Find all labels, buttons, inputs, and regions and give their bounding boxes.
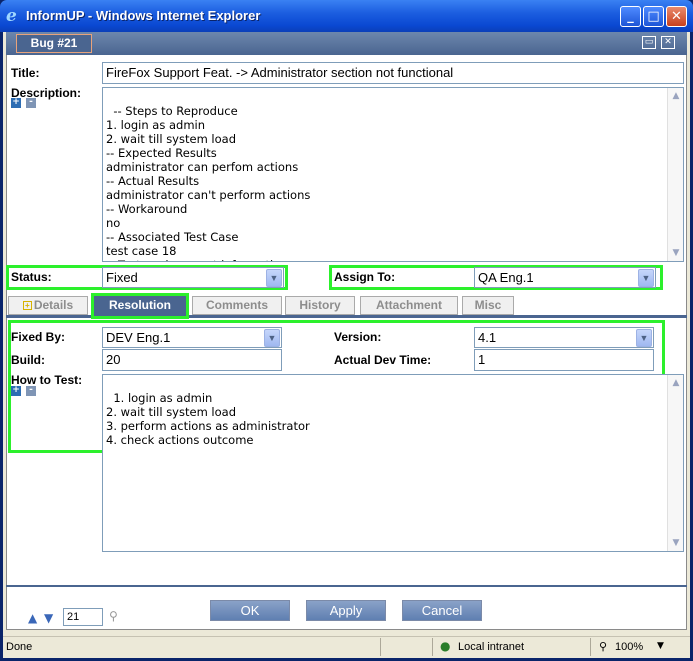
status-value: Fixed bbox=[106, 270, 138, 285]
restore-panel-icon[interactable]: ▭ bbox=[642, 36, 656, 49]
status-select[interactable]: Fixed ▼ bbox=[102, 267, 284, 288]
actual-dev-time-label: Actual Dev Time: bbox=[334, 353, 432, 367]
scroll-down-icon[interactable]: ▼ bbox=[669, 536, 683, 550]
internet-explorer-icon: e bbox=[6, 6, 17, 26]
version-select[interactable]: 4.1 ▼ bbox=[474, 327, 654, 348]
description-label: Description: bbox=[11, 86, 82, 100]
expand-icon[interactable]: + bbox=[11, 98, 21, 108]
build-label: Build: bbox=[11, 353, 45, 367]
fixed-by-label: Fixed By: bbox=[11, 330, 66, 344]
assign-to-value: QA Eng.1 bbox=[478, 270, 534, 285]
status-text: Done bbox=[6, 641, 33, 653]
scroll-up-icon[interactable]: ▲ bbox=[669, 89, 683, 103]
tab-misc[interactable]: Misc bbox=[462, 296, 514, 315]
zoom-text[interactable]: 100% bbox=[615, 641, 643, 653]
assign-to-label: Assign To: bbox=[334, 270, 396, 284]
description-textarea[interactable]: -- Steps to Reproduce 1. login as admin … bbox=[102, 87, 684, 262]
globe-icon: ● bbox=[440, 639, 451, 653]
footer-divider bbox=[6, 585, 687, 587]
tab-history[interactable]: History bbox=[285, 296, 355, 315]
chevron-down-icon[interactable]: ▼ bbox=[636, 329, 652, 347]
status-label: Status: bbox=[11, 270, 52, 284]
cancel-button[interactable]: Cancel bbox=[402, 600, 482, 621]
dialog-header bbox=[6, 32, 687, 55]
browser-statusbar bbox=[3, 636, 690, 658]
ok-button[interactable]: OK bbox=[210, 600, 290, 621]
search-key-icon[interactable]: ⚲ bbox=[109, 609, 118, 623]
zoom-dropdown-icon[interactable]: ▼ bbox=[657, 641, 664, 651]
apply-button[interactable]: Apply bbox=[306, 600, 386, 621]
plus-icon: + bbox=[22, 301, 32, 310]
how-to-test-textarea[interactable]: 1. login as admin 2. wait till system lo… bbox=[102, 374, 684, 552]
zone-text: Local intranet bbox=[458, 641, 525, 653]
collapse-icon[interactable]: - bbox=[26, 386, 36, 396]
title-label: Title: bbox=[11, 66, 40, 80]
chevron-down-icon[interactable]: ▼ bbox=[638, 269, 654, 287]
statusbar-separator bbox=[590, 638, 591, 656]
version-value: 4.1 bbox=[478, 330, 497, 345]
assign-to-select[interactable]: QA Eng.1 ▼ bbox=[474, 267, 656, 288]
collapse-icon[interactable]: - bbox=[26, 98, 36, 108]
close-button[interactable]: ✕ bbox=[666, 6, 687, 27]
bug-id-tab[interactable]: Bug #21 bbox=[16, 34, 92, 53]
arrow-up-icon[interactable]: ▲ bbox=[28, 611, 37, 625]
zoom-icon: ⚲ bbox=[599, 640, 608, 653]
actual-dev-time-input[interactable]: 1 bbox=[474, 349, 654, 371]
title-input[interactable]: FireFox Support Feat. -> Administrator s… bbox=[102, 62, 684, 84]
description-text: -- Steps to Reproduce 1. login as admin … bbox=[106, 104, 311, 261]
tab-resolution[interactable]: Resolution bbox=[94, 296, 186, 316]
scroll-down-icon[interactable]: ▼ bbox=[669, 246, 683, 260]
build-input[interactable]: 20 bbox=[102, 349, 282, 371]
how-to-test-text: 1. login as admin 2. wait till system lo… bbox=[106, 391, 310, 447]
fixed-by-select[interactable]: DEV Eng.1 ▼ bbox=[102, 327, 282, 348]
description-scrollbar[interactable]: ▲ ▼ bbox=[667, 88, 683, 261]
scroll-up-icon[interactable]: ▲ bbox=[669, 376, 683, 390]
maximize-button[interactable]: □ bbox=[643, 6, 664, 27]
chevron-down-icon[interactable]: ▼ bbox=[266, 269, 282, 287]
tab-label: Details bbox=[33, 298, 74, 312]
tab-details[interactable]: + Details bbox=[8, 296, 88, 315]
close-panel-icon[interactable]: ✕ bbox=[661, 36, 675, 49]
how-to-test-scrollbar[interactable]: ▲ ▼ bbox=[667, 375, 683, 551]
how-to-test-label: How to Test: bbox=[11, 373, 83, 387]
tab-comments[interactable]: Comments bbox=[192, 296, 282, 315]
fixed-by-value: DEV Eng.1 bbox=[106, 330, 171, 345]
arrow-down-icon[interactable]: ▼ bbox=[44, 611, 53, 625]
minimize-button[interactable]: _ bbox=[620, 6, 641, 27]
chevron-down-icon[interactable]: ▼ bbox=[264, 329, 280, 347]
expand-icon[interactable]: + bbox=[11, 386, 21, 396]
tab-attachment[interactable]: Attachment bbox=[360, 296, 458, 315]
window-title: InformUP - Windows Internet Explorer bbox=[26, 8, 261, 23]
version-label: Version: bbox=[334, 330, 382, 344]
page-number-input[interactable]: 21 bbox=[63, 608, 103, 626]
statusbar-separator bbox=[380, 638, 381, 656]
statusbar-separator bbox=[432, 638, 433, 656]
